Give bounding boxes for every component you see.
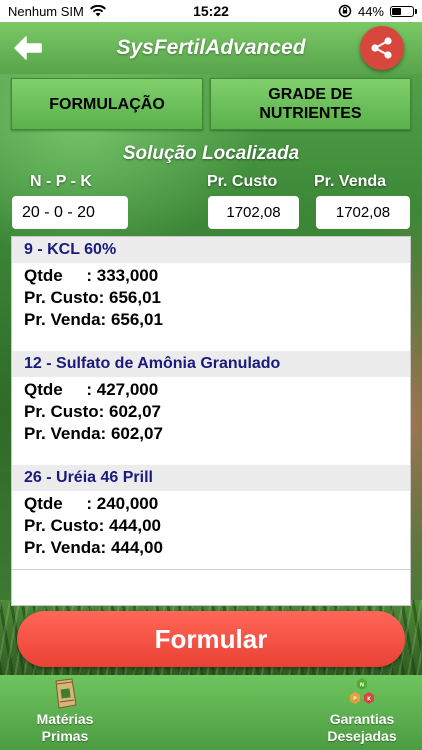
qtde-value: 427,000	[96, 380, 159, 399]
item-separator	[12, 339, 410, 351]
nav-garantias-desejadas[interactable]: N P K Garantias Desejadas	[302, 675, 422, 750]
custo-row-label: Pr. Custo:	[24, 516, 110, 535]
custo-row-label: Pr. Custo:	[24, 402, 110, 421]
nav-materias-line2: Primas	[41, 728, 89, 744]
list-item[interactable]: 12 - Sulfato de Amônia Granulado Qtde : …	[12, 351, 410, 465]
nav-materias-line1: Matérias	[36, 711, 94, 727]
venda-row-label: Pr. Venda:	[24, 538, 111, 557]
item-title: 26 - Uréia 46 Prill	[12, 465, 410, 491]
tab-formulacao[interactable]: FORMULAÇÃO	[11, 78, 203, 130]
item-title: 9 - KCL 60%	[12, 237, 410, 263]
tab-grade-label: GRADE DE NUTRIENTES	[259, 86, 362, 122]
venda-row-value: 656,01	[110, 310, 163, 329]
orientation-lock-icon	[338, 4, 352, 18]
venda-row-value: 444,00	[110, 538, 163, 557]
nav-garantias-label: Garantias Desejadas	[302, 711, 422, 745]
status-right: 44%	[264, 3, 417, 19]
venda-row: Pr. Venda: 656,01	[24, 309, 410, 331]
bottom-nav: Matérias Primas N P K Garantias Desejada…	[0, 675, 422, 750]
venda-row-label: Pr. Venda:	[24, 424, 111, 443]
list-footer	[12, 569, 410, 605]
custo-row-value: 444,00	[109, 516, 162, 535]
npk-field[interactable]: 20 - 0 - 20	[12, 196, 128, 229]
solution-title: Solução Localizada	[122, 143, 300, 164]
wifi-icon	[89, 5, 106, 17]
qtde-label: Qtde :	[24, 380, 97, 399]
venda-label: Pr. Venda	[314, 173, 387, 190]
tab-grade-de-nutrientes[interactable]: GRADE DE NUTRIENTES	[210, 78, 411, 130]
carrier-label: Nenhum SIM	[8, 3, 84, 19]
custo-row: Pr. Custo: 444,00	[24, 515, 410, 537]
custo-row-label: Pr. Custo:	[24, 288, 110, 307]
nav-materias-label: Matérias Primas	[5, 711, 125, 745]
item-details: Qtde : 240,000 Pr. Custo: 444,00 Pr. Ven…	[12, 491, 410, 567]
qtde-label: Qtde :	[24, 494, 97, 513]
result-list[interactable]: 9 - KCL 60% Qtde : 333,000 Pr. Custo: 65…	[11, 236, 411, 606]
qtde-row: Qtde : 240,000	[24, 493, 410, 515]
status-bar: Nenhum SIM 15:22 44%	[0, 0, 422, 22]
back-arrow-icon[interactable]	[12, 34, 44, 62]
venda-row: Pr. Venda: 602,07	[24, 423, 410, 445]
custo-row: Pr. Custo: 656,01	[24, 287, 410, 309]
battery-percent: 44%	[357, 3, 384, 19]
list-item[interactable]: 9 - KCL 60% Qtde : 333,000 Pr. Custo: 65…	[12, 237, 410, 351]
share-icon	[371, 37, 392, 59]
custo-row: Pr. Custo: 602,07	[24, 401, 410, 423]
status-time: 15:22	[193, 3, 229, 19]
qtde-value: 240,000	[96, 494, 159, 513]
formular-button[interactable]: Formular	[17, 611, 405, 667]
item-details: Qtde : 333,000 Pr. Custo: 656,01 Pr. Ven…	[12, 263, 410, 339]
venda-row: Pr. Venda: 444,00	[24, 537, 410, 559]
custo-field[interactable]: 1702,08	[208, 196, 299, 229]
battery-icon	[390, 5, 417, 17]
nav-garantias-line1: Garantias	[329, 711, 395, 727]
venda-field[interactable]: 1702,08	[316, 196, 410, 229]
item-separator	[12, 453, 410, 465]
item-details: Qtde : 427,000 Pr. Custo: 602,07 Pr. Ven…	[12, 377, 410, 453]
qtde-value: 333,000	[96, 266, 159, 285]
custo-row-value: 602,07	[109, 402, 162, 421]
qtde-row: Qtde : 333,000	[24, 265, 410, 287]
venda-row-label: Pr. Venda:	[24, 310, 111, 329]
share-button[interactable]	[360, 26, 404, 70]
npk-hexagons-icon: N P K	[350, 678, 374, 704]
list-item[interactable]: 26 - Uréia 46 Prill Qtde : 240,000 Pr. C…	[12, 465, 410, 567]
app-header: SysFertilAdvanced	[0, 22, 422, 74]
npk-label: N - P - K	[30, 173, 92, 190]
venda-row-value: 602,07	[110, 424, 163, 443]
fertilizer-bag-icon	[55, 678, 77, 709]
app-title: SysFertilAdvanced	[116, 36, 306, 59]
item-title: 12 - Sulfato de Amônia Granulado	[12, 351, 410, 377]
npk-icon-p: P	[353, 697, 357, 703]
qtde-label: Qtde :	[24, 266, 97, 285]
npk-icon-n: N	[360, 683, 364, 689]
nav-garantias-line2: Desejadas	[327, 728, 397, 744]
custo-row-value: 656,01	[109, 288, 162, 307]
status-left: Nenhum SIM	[8, 4, 158, 19]
custo-label: Pr. Custo	[207, 173, 278, 190]
qtde-row: Qtde : 427,000	[24, 379, 410, 401]
nav-materias-primas[interactable]: Matérias Primas	[5, 675, 125, 750]
